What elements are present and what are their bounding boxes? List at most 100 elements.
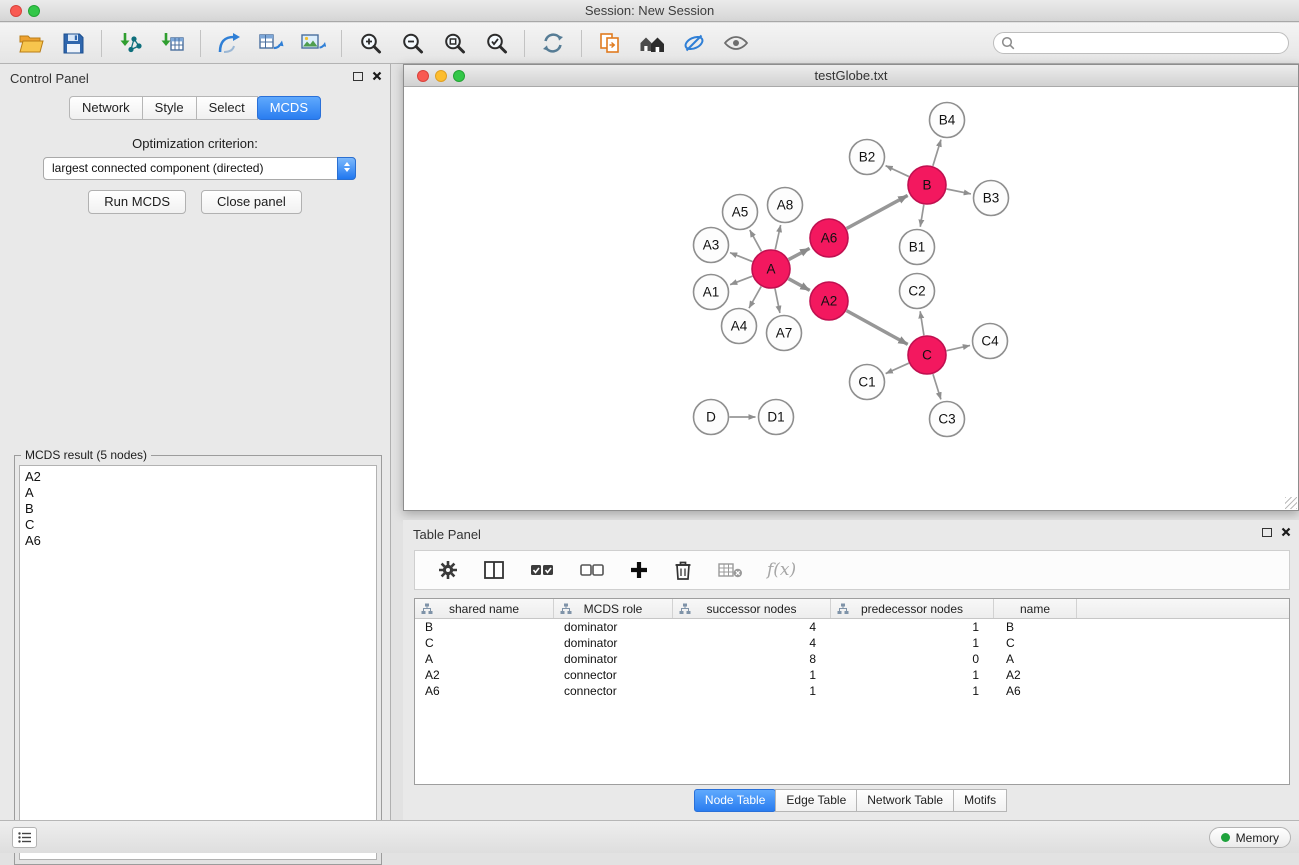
graph-node-A7[interactable]: A7 bbox=[767, 316, 802, 351]
cell-predecessor-nodes[interactable]: 1 bbox=[831, 667, 994, 683]
graph-node-B2[interactable]: B2 bbox=[850, 140, 885, 175]
run-mcds-button[interactable]: Run MCDS bbox=[88, 190, 186, 214]
graph-node-B[interactable]: B bbox=[908, 166, 946, 204]
close-window-button[interactable] bbox=[10, 5, 22, 17]
graph-node-A6[interactable]: A6 bbox=[810, 219, 848, 257]
graph-node-D[interactable]: D bbox=[694, 400, 729, 435]
graph-edge-C-C3[interactable] bbox=[933, 374, 941, 399]
graph-node-B1[interactable]: B1 bbox=[900, 230, 935, 265]
window-resize-grip[interactable] bbox=[1285, 497, 1297, 509]
column-header-successor-nodes[interactable]: successor nodes bbox=[673, 599, 831, 618]
graph-node-D1[interactable]: D1 bbox=[759, 400, 794, 435]
graph-node-A3[interactable]: A3 bbox=[694, 228, 729, 263]
result-item[interactable]: A2 bbox=[25, 469, 371, 485]
tab-style[interactable]: Style bbox=[142, 96, 197, 120]
graph-node-A5[interactable]: A5 bbox=[723, 195, 758, 230]
cell-mcds-role[interactable]: dominator bbox=[554, 651, 673, 667]
column-header-mcds-role[interactable]: MCDS role bbox=[554, 599, 673, 618]
cell-shared-name[interactable]: A2 bbox=[415, 667, 554, 683]
cell-shared-name[interactable]: A6 bbox=[415, 683, 554, 699]
graph-edge-A-A6[interactable] bbox=[789, 248, 810, 259]
zoom-fit-button[interactable] bbox=[433, 26, 475, 60]
network-canvas[interactable]: B4B2BB3A5A8A6B1A3AC2A1A2A4A7C4CC1C3DD1 bbox=[404, 87, 1298, 510]
graph-node-C1[interactable]: C1 bbox=[850, 365, 885, 400]
cell-name[interactable]: B bbox=[994, 619, 1077, 635]
optimization-criterion-dropdown[interactable]: largest connected component (directed) bbox=[43, 157, 356, 180]
cell-successor-nodes[interactable]: 1 bbox=[673, 667, 831, 683]
graph-edge-B-B4[interactable] bbox=[933, 140, 941, 166]
column-header-shared-name[interactable]: shared name bbox=[415, 599, 554, 618]
tab-network[interactable]: Network bbox=[69, 96, 143, 120]
graph-edge-A-A8[interactable] bbox=[775, 225, 780, 249]
cell-predecessor-nodes[interactable]: 1 bbox=[831, 635, 994, 651]
tab-select[interactable]: Select bbox=[196, 96, 258, 120]
tab-node-table[interactable]: Node Table bbox=[694, 789, 777, 812]
graph-edge-A-A3[interactable] bbox=[730, 253, 752, 262]
search-input[interactable] bbox=[993, 32, 1289, 54]
cell-shared-name[interactable]: C bbox=[415, 635, 554, 651]
tab-mcds[interactable]: MCDS bbox=[257, 96, 321, 120]
home-button[interactable] bbox=[631, 26, 673, 60]
tab-edge-table[interactable]: Edge Table bbox=[775, 789, 857, 812]
graph-edge-B-B1[interactable] bbox=[920, 205, 924, 227]
duplicate-network-button[interactable] bbox=[589, 26, 631, 60]
export-image-button[interactable] bbox=[292, 26, 334, 60]
show-hide-panel-button[interactable] bbox=[715, 26, 757, 60]
cell-name[interactable]: A6 bbox=[994, 683, 1077, 699]
graph-node-B3[interactable]: B3 bbox=[974, 181, 1009, 216]
graph-node-C[interactable]: C bbox=[908, 336, 946, 374]
cell-mcds-role[interactable]: connector bbox=[554, 683, 673, 699]
result-item[interactable]: A6 bbox=[25, 533, 371, 549]
cell-shared-name[interactable]: A bbox=[415, 651, 554, 667]
zoom-window-button[interactable] bbox=[28, 5, 40, 17]
result-item[interactable]: A bbox=[25, 485, 371, 501]
cell-name[interactable]: A bbox=[994, 651, 1077, 667]
import-table-from-file-button[interactable] bbox=[151, 26, 193, 60]
apply-preferred-layout-button[interactable] bbox=[532, 26, 574, 60]
cell-successor-nodes[interactable]: 1 bbox=[673, 683, 831, 699]
table-row[interactable]: A dominator 8 0 A bbox=[415, 651, 1289, 667]
graph-node-A[interactable]: A bbox=[752, 250, 790, 288]
close-panel-icon[interactable] bbox=[1281, 527, 1291, 537]
graph-edge-A-A4[interactable] bbox=[749, 286, 761, 308]
graph-edge-C-C1[interactable] bbox=[886, 363, 909, 373]
graph-edge-A-A2[interactable] bbox=[789, 279, 810, 291]
cell-successor-nodes[interactable]: 4 bbox=[673, 635, 831, 651]
tab-motifs[interactable]: Motifs bbox=[953, 789, 1007, 812]
save-session-button[interactable] bbox=[52, 26, 94, 60]
close-network-window-button[interactable] bbox=[417, 70, 429, 82]
new-network-button[interactable] bbox=[208, 26, 250, 60]
graph-edge-A2-C[interactable] bbox=[847, 311, 908, 345]
table-row[interactable]: A6 connector 1 1 A6 bbox=[415, 683, 1289, 699]
graph-edge-B-B3[interactable] bbox=[947, 189, 971, 194]
table-row[interactable]: C dominator 4 1 C bbox=[415, 635, 1289, 651]
cell-predecessor-nodes[interactable]: 1 bbox=[831, 683, 994, 699]
graph-node-A1[interactable]: A1 bbox=[694, 275, 729, 310]
cell-successor-nodes[interactable]: 4 bbox=[673, 619, 831, 635]
graph-node-C3[interactable]: C3 bbox=[930, 402, 965, 437]
cell-mcds-role[interactable]: connector bbox=[554, 667, 673, 683]
show-columns-button[interactable] bbox=[483, 560, 505, 580]
result-item[interactable]: B bbox=[25, 501, 371, 517]
graph-node-C2[interactable]: C2 bbox=[900, 274, 935, 309]
cell-shared-name[interactable]: B bbox=[415, 619, 554, 635]
graph-node-A2[interactable]: A2 bbox=[810, 282, 848, 320]
graph-edge-A-A1[interactable] bbox=[730, 276, 752, 285]
graph-edge-B-B2[interactable] bbox=[886, 166, 909, 177]
new-network-from-table-button[interactable] bbox=[250, 26, 292, 60]
open-session-button[interactable] bbox=[10, 26, 52, 60]
column-header-predecessor-nodes[interactable]: predecessor nodes bbox=[831, 599, 994, 618]
table-settings-button[interactable] bbox=[437, 559, 459, 581]
cell-mcds-role[interactable]: dominator bbox=[554, 619, 673, 635]
delete-table-button[interactable] bbox=[717, 561, 743, 579]
minimize-network-window-button[interactable] bbox=[435, 70, 447, 82]
column-header-name[interactable]: name bbox=[994, 599, 1077, 618]
network-window-titlebar[interactable]: testGlobe.txt bbox=[404, 65, 1298, 87]
function-builder-button[interactable]: f(x) bbox=[767, 560, 796, 580]
graph-node-A4[interactable]: A4 bbox=[722, 309, 757, 344]
zoom-network-window-button[interactable] bbox=[453, 70, 465, 82]
graph-edge-A-A7[interactable] bbox=[775, 289, 780, 313]
task-history-button[interactable] bbox=[12, 827, 37, 848]
graph-node-C4[interactable]: C4 bbox=[973, 324, 1008, 359]
close-panel-button[interactable]: Close panel bbox=[201, 190, 302, 214]
